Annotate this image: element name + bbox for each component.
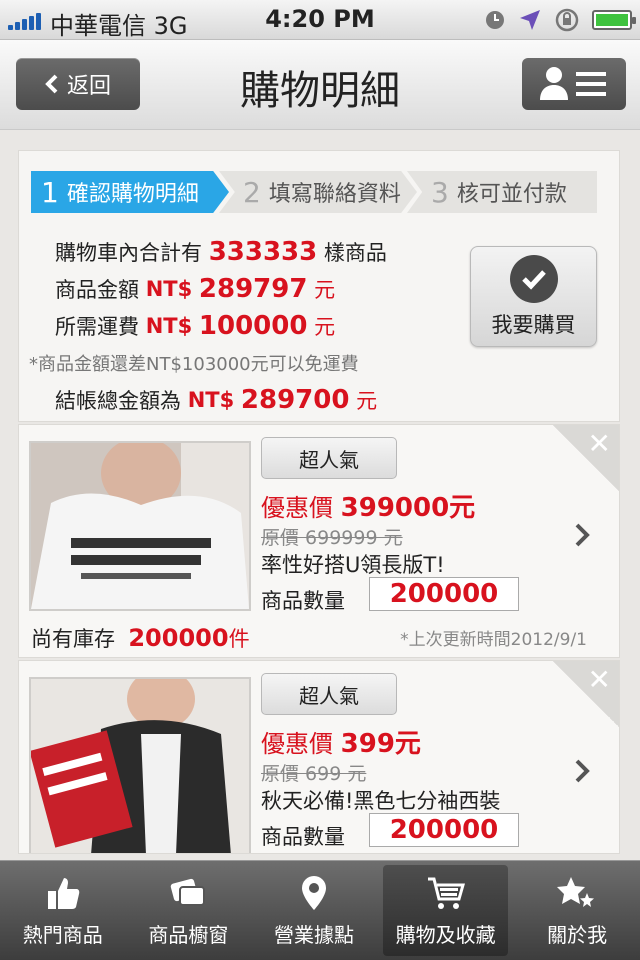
tab-showcase[interactable]: 商品櫥窗 [126, 861, 252, 960]
remove-item-button[interactable]: ✕ [553, 661, 619, 727]
battery-icon [592, 10, 636, 30]
cards-icon [168, 873, 208, 913]
free-shipping-note: *商品金額還差NT$103000元可以免運費 [29, 353, 359, 375]
product-photo [29, 437, 251, 611]
total-line: 結帳總金額為 NT$ 289700 元 [55, 384, 378, 415]
product-name: 率性好搭U領長版T! [261, 553, 445, 577]
tab-label: 購物及收藏 [395, 923, 496, 947]
sale-price: 優惠價 399元 [261, 729, 421, 759]
tab-cart-favorites[interactable]: 購物及收藏 [382, 865, 509, 956]
cart-icon [426, 873, 466, 913]
quantity-label: 商品數量 [261, 589, 345, 613]
checkmark-icon [509, 254, 558, 303]
quantity-label: 商品數量 [261, 825, 345, 849]
step-payment: 3 核可並付款 [407, 171, 597, 213]
goods-amount: 289797 [198, 273, 308, 304]
close-icon: ✕ [587, 427, 611, 460]
original-price: 原價 699 元 [261, 763, 367, 785]
status-bar: 中華電信 3G 4:20 PM [0, 0, 640, 40]
last-updated: *上次更新時間2012/9/1 [400, 630, 587, 650]
quantity-input[interactable]: 200000 [369, 577, 519, 611]
sale-price: 優惠價 399000元 [261, 493, 476, 523]
product-photo [29, 669, 251, 853]
buy-button-label: 我要購買 [491, 312, 576, 337]
goods-amount-line: 商品金額 NT$ 289797 元 [55, 273, 336, 304]
stock-count: 200000 [128, 624, 229, 652]
original-price: 原價 699999 元 [261, 527, 403, 549]
remove-item-button[interactable]: ✕ [553, 425, 619, 491]
step-confirm-cart: 1 確認購物明細 [31, 171, 229, 213]
buy-button[interactable]: 我要購買 [470, 246, 597, 347]
order-summary-card: 1 確認購物明細 2 填寫聯絡資料 3 核可並付款 購物車內合計有 333333… [18, 150, 620, 422]
bottom-tab-bar: 熱門商品 商品櫥窗 營業據點 購物及收藏 關於我 [0, 860, 640, 960]
step-label: 填寫聯絡資料 [268, 182, 401, 207]
checkout-steps: 1 確認購物明細 2 填寫聯絡資料 3 核可並付款 [31, 171, 607, 213]
quantity-input[interactable]: 200000 [369, 813, 519, 847]
close-icon: ✕ [587, 663, 611, 696]
user-menu-button[interactable] [522, 58, 626, 110]
popular-tag: 超人氣 [261, 673, 397, 715]
step-label: 核可並付款 [456, 182, 567, 207]
tab-label: 關於我 [547, 923, 608, 947]
location-pin-icon [294, 873, 334, 913]
chevron-right-icon[interactable] [573, 521, 591, 557]
rotation-lock-icon [555, 8, 579, 32]
nav-header: 返回 購物明細 [0, 40, 640, 130]
product-name: 秋天必備!黑色七分袖西裝 [261, 789, 501, 813]
stars-icon [557, 873, 597, 913]
tab-locations[interactable]: 營業據點 [251, 861, 377, 960]
shipping-amount: 100000 [198, 310, 308, 341]
tab-label: 營業據點 [273, 923, 354, 947]
tab-label: 熱門商品 [22, 923, 103, 947]
item-count: 333333 [208, 236, 318, 267]
tab-hot-products[interactable]: 熱門商品 [0, 861, 126, 960]
popular-tag: 超人氣 [261, 437, 397, 479]
tab-about[interactable]: 關於我 [514, 861, 640, 960]
clock-icon [486, 11, 504, 29]
step-label: 確認購物明細 [66, 182, 199, 207]
location-arrow-icon [520, 10, 540, 30]
cart-item: ✕ 超人氣 優惠價 399元 原價 699 元 秋天必備!黑色七分袖西裝 商品數… [18, 660, 620, 854]
thumbs-up-icon [43, 873, 83, 913]
chevron-right-icon[interactable] [573, 757, 591, 793]
summary-lines: 購物車內合計有 333333 樣商品 商品金額 NT$ 289797 元 所需運… [29, 233, 387, 418]
total-amount: 289700 [240, 384, 350, 415]
shipping-line: 所需運費 NT$ 100000 元 [55, 310, 336, 341]
tab-label: 商品櫥窗 [148, 923, 229, 947]
step-contact-info: 2 填寫聯絡資料 [219, 171, 417, 213]
cart-item: ✕ 超人氣 優惠價 399000元 原價 699999 元 率性好搭U領長版T!… [18, 424, 620, 658]
item-count-line: 購物車內合計有 333333 樣商品 [55, 236, 387, 267]
stock-info: 尚有庫存 200000件 [31, 624, 250, 652]
user-list-icon [540, 67, 606, 100]
